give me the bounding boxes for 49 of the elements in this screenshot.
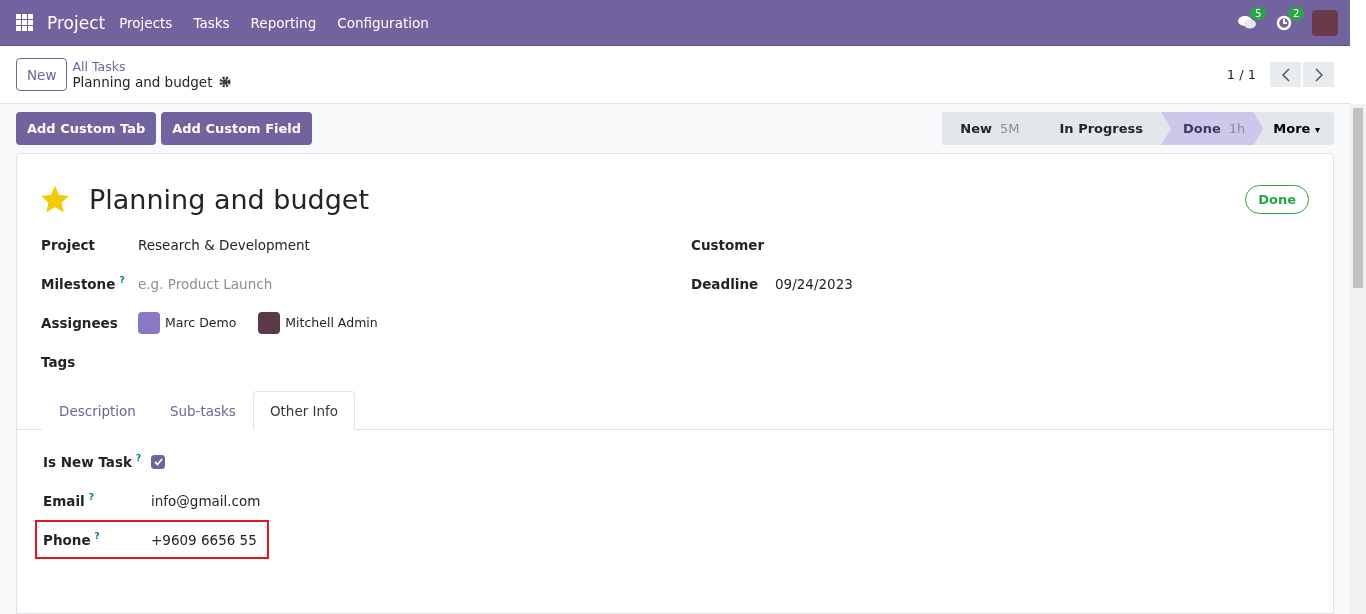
clock-icon[interactable] xyxy=(1276,14,1292,31)
help-icon[interactable]: ? xyxy=(88,492,94,503)
field-value[interactable]: Research & Development xyxy=(138,236,691,253)
field-value[interactable]: 09/24/2023 xyxy=(775,275,1309,292)
check-icon xyxy=(153,457,163,466)
field-label: Tags xyxy=(41,353,77,370)
field-label: Project xyxy=(41,236,97,253)
menu-item[interactable]: Configuration xyxy=(337,14,429,31)
chevron-right-icon xyxy=(1314,67,1323,82)
star-icon[interactable] xyxy=(41,186,69,213)
avatar-placeholder xyxy=(138,311,160,334)
new-button[interactable]: New xyxy=(16,58,68,91)
app-name[interactable]: Project xyxy=(47,12,106,33)
field-label: Is New Task $^{?}$ xyxy=(43,453,143,470)
chevron-left-icon xyxy=(1281,67,1290,82)
add-custom-button[interactable]: Add Custom Tab xyxy=(16,112,157,145)
count-badge: 2 xyxy=(1288,6,1305,20)
menu-item[interactable]: Reporting xyxy=(250,14,317,31)
field-value[interactable]: +9609 6656 55 xyxy=(151,531,257,548)
input-field[interactable]: e.g. Product Launch xyxy=(138,275,691,292)
avatar-placeholder xyxy=(258,311,281,334)
gear-icon[interactable] xyxy=(219,76,232,88)
apps-menu-icon[interactable] xyxy=(16,14,33,31)
add-custom-button[interactable]: Add Custom Field xyxy=(161,112,313,145)
pager-value: 1 / 1 xyxy=(1226,67,1256,82)
field-label: Phone $^{?}$ xyxy=(43,531,101,548)
stage-button[interactable]: Done 1h xyxy=(1161,112,1264,145)
record-title: Planning and budget xyxy=(72,74,213,90)
field-label: Assignees xyxy=(41,314,119,331)
field-label: Deadline xyxy=(691,275,760,292)
menu-item[interactable]: Tasks xyxy=(193,14,230,31)
field-label: Email $^{?}$ xyxy=(43,492,95,509)
breadcrumb-link[interactable]: All Tasks xyxy=(72,59,232,74)
tab[interactable]: Other Info xyxy=(252,391,356,430)
field-label: Customer xyxy=(691,236,766,253)
task-title: Planning and budget xyxy=(89,184,369,215)
field-value[interactable]: info@gmail.com xyxy=(151,492,261,509)
field-label: Milestone $^{?}$ xyxy=(41,275,126,292)
checkbox[interactable] xyxy=(151,454,165,469)
help-icon[interactable]: ? xyxy=(136,453,142,464)
chat-icon[interactable] xyxy=(1238,14,1256,31)
help-icon[interactable]: ? xyxy=(94,531,100,542)
more-button[interactable]: More ▾ xyxy=(1263,112,1334,145)
help-icon[interactable]: ? xyxy=(119,275,125,286)
scrollbar[interactable] xyxy=(1350,104,1366,614)
count-badge: 5 xyxy=(1250,6,1267,20)
assignee-name[interactable]: Mitchell Admin xyxy=(285,315,378,330)
assignee-name[interactable]: Marc Demo xyxy=(165,315,237,330)
menu-item[interactable]: Projects xyxy=(119,14,173,31)
